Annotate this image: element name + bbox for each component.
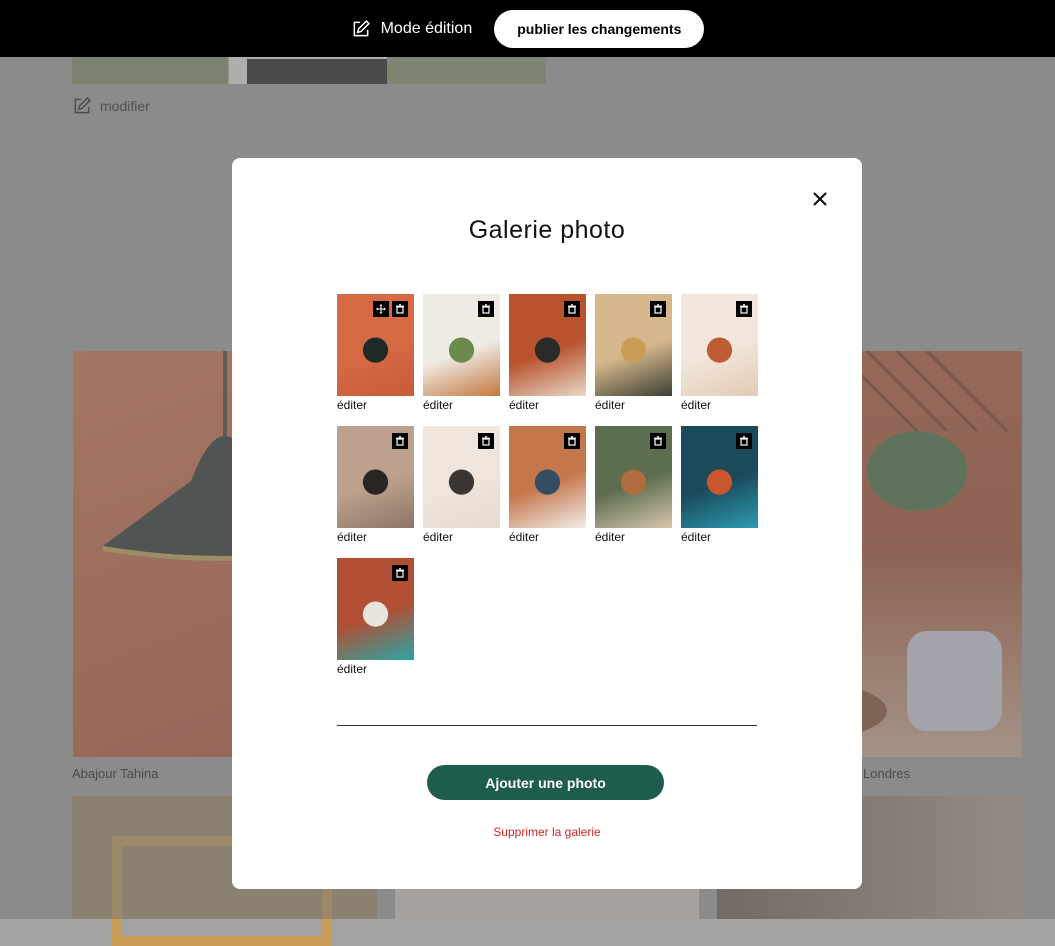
modal-title: Galerie photo xyxy=(468,216,626,244)
edit-photo-link[interactable]: éditer xyxy=(337,530,414,544)
edit-mode-label: Mode édition xyxy=(380,19,473,37)
photo-thumbnail[interactable] xyxy=(423,426,500,528)
edit-photo-link[interactable]: éditer xyxy=(509,398,586,412)
photo-thumbnail[interactable] xyxy=(337,426,414,528)
photo-thumbnail[interactable] xyxy=(509,426,586,528)
gallery-card-3-caption: Londres xyxy=(863,766,910,781)
add-photo-button[interactable]: Ajouter une photo xyxy=(427,765,664,800)
trash-icon[interactable] xyxy=(650,301,666,317)
photo-thumbnail[interactable] xyxy=(681,294,758,396)
gallery-photo-item: éditer xyxy=(681,294,758,426)
photo-thumbnail[interactable] xyxy=(423,294,500,396)
edit-photo-link[interactable]: éditer xyxy=(509,530,586,544)
photo-thumbnail[interactable] xyxy=(681,426,758,528)
pencil-square-icon xyxy=(74,97,91,114)
move-icon[interactable] xyxy=(373,301,389,317)
photo-thumbnail[interactable] xyxy=(337,294,414,396)
edit-photo-link[interactable]: éditer xyxy=(423,398,500,412)
gallery-photo-item: éditer xyxy=(423,294,500,426)
edit-mode-bar: Mode édition publier les changements xyxy=(0,0,1055,57)
trash-icon[interactable] xyxy=(478,433,494,449)
gallery-photo-item: éditer xyxy=(337,294,414,426)
edit-photo-link[interactable]: éditer xyxy=(681,398,758,412)
edit-photo-link[interactable]: éditer xyxy=(595,398,672,412)
gallery-card-1-caption: Abajour Tahina xyxy=(72,766,159,781)
gallery-photo-item: éditer xyxy=(509,294,586,426)
edit-photo-link[interactable]: éditer xyxy=(423,530,500,544)
pencil-square-icon xyxy=(353,19,370,36)
edit-photo-link[interactable]: éditer xyxy=(595,530,672,544)
edit-photo-link[interactable]: éditer xyxy=(337,662,414,676)
trash-icon[interactable] xyxy=(650,433,666,449)
gallery-photo-item: éditer xyxy=(337,426,414,558)
close-button[interactable] xyxy=(807,186,833,212)
edit-mode-indicator: Mode édition xyxy=(351,19,473,39)
trash-icon[interactable] xyxy=(736,301,752,317)
gallery-photo-item: éditer xyxy=(595,426,672,558)
photo-gallery-modal: Galerie photo éditer éditer éditer éditer éd… xyxy=(232,158,862,889)
modify-link[interactable]: modifier xyxy=(72,96,150,116)
trash-icon[interactable] xyxy=(392,433,408,449)
trash-icon[interactable] xyxy=(392,301,408,317)
gallery-photo-item: éditer xyxy=(337,558,414,690)
trash-icon[interactable] xyxy=(564,301,580,317)
photo-thumbnail[interactable] xyxy=(595,294,672,396)
gallery-photo-item: éditer xyxy=(681,426,758,558)
modify-label: modifier xyxy=(100,98,150,114)
gallery-photo-item: éditer xyxy=(509,426,586,558)
gallery-photo-item: éditer xyxy=(423,426,500,558)
publish-changes-button[interactable]: publier les changements xyxy=(494,9,705,48)
divider xyxy=(337,725,757,726)
edit-photo-link[interactable]: éditer xyxy=(681,530,758,544)
trash-icon[interactable] xyxy=(564,433,580,449)
photo-grid: éditer éditer éditer éditer éditer éditer édit… xyxy=(337,294,767,690)
gallery-photo-item: éditer xyxy=(595,294,672,426)
trash-icon[interactable] xyxy=(392,565,408,581)
photo-thumbnail[interactable] xyxy=(595,426,672,528)
edit-photo-link[interactable]: éditer xyxy=(337,398,414,412)
close-icon xyxy=(813,192,827,206)
trash-icon[interactable] xyxy=(736,433,752,449)
photo-thumbnail[interactable] xyxy=(337,558,414,660)
trash-icon[interactable] xyxy=(478,301,494,317)
delete-gallery-link[interactable]: Supprimer la galerie xyxy=(232,825,862,839)
photo-thumbnail[interactable] xyxy=(509,294,586,396)
